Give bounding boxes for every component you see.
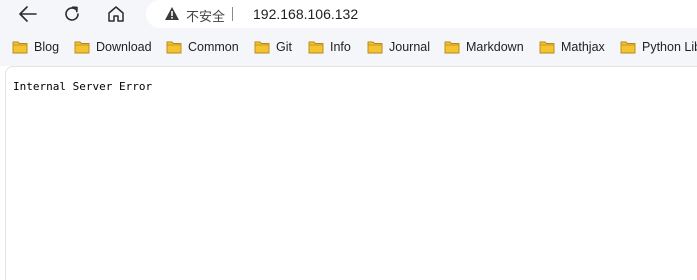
bookmark-folder-python-lib[interactable]: Python Lib bbox=[620, 36, 697, 58]
url-text[interactable]: 192.168.106.132 bbox=[253, 6, 358, 22]
folder-icon bbox=[444, 41, 460, 54]
warning-icon[interactable] bbox=[164, 6, 180, 22]
bookmark-label: Common bbox=[188, 40, 239, 54]
bookmark-label: Mathjax bbox=[561, 40, 605, 54]
error-message: Internal Server Error bbox=[13, 80, 153, 93]
reload-button[interactable] bbox=[58, 2, 86, 26]
bookmark-folder-info[interactable]: Info bbox=[308, 36, 351, 58]
address-divider bbox=[232, 7, 233, 21]
bookmarks-bar: Blog Download Common Git Info Journal Ma… bbox=[0, 36, 697, 58]
folder-icon bbox=[12, 41, 28, 54]
bookmark-folder-markdown[interactable]: Markdown bbox=[444, 36, 524, 58]
home-icon bbox=[108, 6, 124, 22]
back-button[interactable] bbox=[14, 2, 42, 26]
folder-icon bbox=[254, 41, 270, 54]
arrow-left-icon bbox=[19, 6, 37, 22]
folder-icon bbox=[539, 41, 555, 54]
bookmark-folder-git[interactable]: Git bbox=[254, 36, 292, 58]
bookmark-label: Download bbox=[96, 40, 152, 54]
browser-toolbar: 不安全 192.168.106.132 bbox=[0, 0, 697, 28]
bookmark-label: Journal bbox=[389, 40, 430, 54]
bookmark-folder-blog[interactable]: Blog bbox=[12, 36, 59, 58]
folder-icon bbox=[620, 41, 636, 54]
bookmark-label: Info bbox=[330, 40, 351, 54]
home-button[interactable] bbox=[102, 2, 130, 26]
folder-icon bbox=[74, 41, 90, 54]
bookmark-label: Python Lib bbox=[642, 40, 697, 54]
folder-icon bbox=[166, 41, 182, 54]
bookmark-folder-common[interactable]: Common bbox=[166, 36, 239, 58]
bookmark-folder-download[interactable]: Download bbox=[74, 36, 152, 58]
security-status-label[interactable]: 不安全 bbox=[186, 6, 225, 25]
bookmark-label: Git bbox=[276, 40, 292, 54]
folder-icon bbox=[308, 41, 324, 54]
bookmark-label: Blog bbox=[34, 40, 60, 54]
bookmark-folder-journal[interactable]: Journal bbox=[367, 36, 430, 58]
reload-icon bbox=[65, 6, 79, 21]
bookmark-folder-mathjax[interactable]: Mathjax bbox=[539, 36, 605, 58]
address-bar[interactable]: 不安全 192.168.106.132 bbox=[146, 0, 697, 28]
page-content: Internal Server Error bbox=[5, 66, 697, 280]
folder-icon bbox=[367, 41, 383, 54]
bookmark-label: Markdown bbox=[466, 40, 524, 54]
